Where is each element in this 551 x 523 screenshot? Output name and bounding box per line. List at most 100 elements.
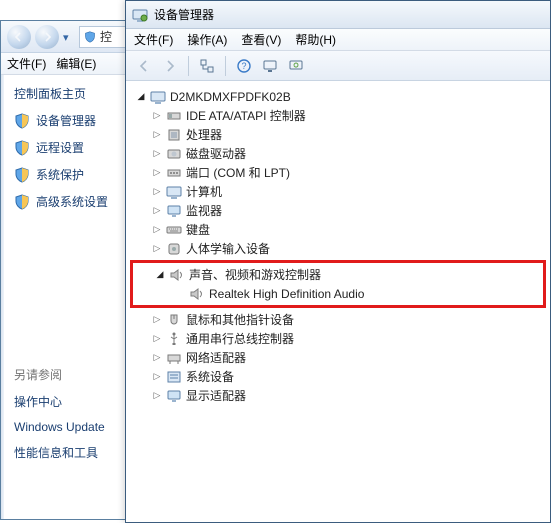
- menu-file[interactable]: 文件(F): [7, 55, 46, 72]
- tree-category[interactable]: ▷ 通用串行总线控制器: [130, 329, 546, 348]
- display-icon: [166, 388, 182, 404]
- tree-category-label: 人体学输入设备: [186, 240, 270, 257]
- nav-back-button[interactable]: [7, 25, 31, 49]
- expander-icon[interactable]: ▷: [150, 109, 164, 123]
- menu-file[interactable]: 文件(F): [134, 31, 173, 48]
- computer-icon: [150, 89, 166, 105]
- tree-category-label: 监视器: [186, 202, 222, 219]
- toolbar-separator: [225, 56, 226, 76]
- tree-category-label: IDE ATA/ATAPI 控制器: [186, 107, 306, 124]
- shield-icon: [14, 167, 30, 183]
- tree-category-label: 系统设备: [186, 368, 234, 385]
- tree-device-label: Realtek High Definition Audio: [209, 287, 364, 301]
- tree-category-label: 键盘: [186, 221, 210, 238]
- toolbar-scan-button[interactable]: [258, 54, 282, 78]
- sidebar-spacer: [14, 220, 134, 360]
- menu-edit[interactable]: 编辑(E): [56, 55, 96, 72]
- sidebar-link-label: 高级系统设置: [36, 193, 108, 210]
- toolbar-refresh-button[interactable]: [284, 54, 308, 78]
- sidebar-link-protection[interactable]: 系统保护: [14, 166, 134, 183]
- tree-category[interactable]: ▷ 计算机: [130, 182, 546, 201]
- arrow-left-icon: [137, 59, 151, 73]
- mouse-icon: [166, 312, 182, 328]
- tree-device-realtek[interactable]: Realtek High Definition Audio: [133, 284, 543, 303]
- tree-category[interactable]: ▷ 磁盘驱动器: [130, 144, 546, 163]
- expander-icon[interactable]: ▷: [150, 370, 164, 384]
- tree-category[interactable]: ▷ 监视器: [130, 201, 546, 220]
- tree-category-label: 鼠标和其他指针设备: [186, 311, 294, 328]
- tree-category[interactable]: ▷ IDE ATA/ATAPI 控制器: [130, 106, 546, 125]
- tree-category[interactable]: ▷ 端口 (COM 和 LPT): [130, 163, 546, 182]
- device-manager-icon: [132, 7, 148, 23]
- expander-icon[interactable]: ▷: [150, 389, 164, 403]
- expander-icon[interactable]: ▷: [150, 147, 164, 161]
- computer-icon: [166, 184, 182, 200]
- tree-icon: [200, 59, 214, 73]
- see-also-windows-update[interactable]: Windows Update: [14, 420, 134, 434]
- expander-icon[interactable]: ◢: [153, 268, 167, 282]
- monitor-icon: [166, 203, 182, 219]
- shield-icon: [84, 31, 96, 43]
- tree-category[interactable]: ▷处理器: [130, 125, 546, 144]
- port-icon: [166, 165, 182, 181]
- menu-view[interactable]: 查看(V): [241, 31, 281, 48]
- back-body: 控制面板主页 设备管理器 远程设置 系统保护 高级系统设置 另请参阅 操作中心 …: [1, 75, 144, 519]
- expander-icon[interactable]: ▷: [150, 242, 164, 256]
- expander-icon[interactable]: ▷: [150, 166, 164, 180]
- tree-category-label: 计算机: [186, 183, 222, 200]
- toolbar-back-button: [132, 54, 156, 78]
- control-panel-sidebar: 控制面板主页 设备管理器 远程设置 系统保护 高级系统设置 另请参阅 操作中心 …: [4, 75, 144, 519]
- tree-category-label: 端口 (COM 和 LPT): [186, 164, 290, 181]
- see-also-action-center[interactable]: 操作中心: [14, 393, 134, 410]
- expander-icon[interactable]: ▷: [150, 351, 164, 365]
- tree-category[interactable]: ▷ 显示适配器: [130, 386, 546, 405]
- menu-help[interactable]: 帮助(H): [295, 31, 336, 48]
- tree-category-label: 显示适配器: [186, 387, 246, 404]
- see-also-performance[interactable]: 性能信息和工具: [14, 444, 134, 461]
- help-icon: ?: [237, 59, 251, 73]
- expander-icon[interactable]: ▷: [150, 128, 164, 142]
- tree-category[interactable]: ▷ 系统设备: [130, 367, 546, 386]
- disk-icon: [166, 146, 182, 162]
- tree-category-sound[interactable]: ◢ 声音、视频和游戏控制器: [133, 265, 543, 284]
- sidebar-link-device-manager[interactable]: 设备管理器: [14, 112, 134, 129]
- toolbar-show-hidden-button[interactable]: [195, 54, 219, 78]
- sidebar-link-advanced[interactable]: 高级系统设置: [14, 193, 134, 210]
- expander-spacer: [173, 287, 187, 301]
- shield-icon: [14, 113, 30, 129]
- hid-icon: [166, 241, 182, 257]
- device-tree[interactable]: ◢ D2MKDMXFPDFK02B ▷ IDE ATA/ATAPI 控制器▷处理器…: [126, 81, 550, 522]
- toolbar-help-button[interactable]: ?: [232, 54, 256, 78]
- tree-category-label: 通用串行总线控制器: [186, 330, 294, 347]
- expander-icon[interactable]: ◢: [134, 90, 148, 104]
- recent-dropdown-icon[interactable]: ▾: [63, 31, 75, 43]
- tree-category[interactable]: ▷ 键盘: [130, 220, 546, 239]
- tree-category-label: 声音、视频和游戏控制器: [189, 266, 321, 283]
- sidebar-link-remote[interactable]: 远程设置: [14, 139, 134, 156]
- tree-root[interactable]: ◢ D2MKDMXFPDFK02B: [130, 87, 546, 106]
- device-manager-window: 设备管理器 文件(F) 操作(A) 查看(V) 帮助(H) ? ◢ D2MKDM…: [125, 0, 551, 523]
- expander-icon[interactable]: ▷: [150, 204, 164, 218]
- highlighted-category-box: ◢ 声音、视频和游戏控制器 Realtek High Definition Au…: [130, 260, 546, 308]
- tree-category-label: 网络适配器: [186, 349, 246, 366]
- tree-category[interactable]: ▷ 鼠标和其他指针设备: [130, 310, 546, 329]
- expander-icon[interactable]: ▷: [150, 332, 164, 346]
- usb-icon: [166, 331, 182, 347]
- menu-action[interactable]: 操作(A): [187, 31, 227, 48]
- front-toolbar: ?: [126, 51, 550, 81]
- sidebar-home-link[interactable]: 控制面板主页: [14, 85, 134, 102]
- see-also-header: 另请参阅: [14, 366, 134, 383]
- expander-icon[interactable]: ▷: [150, 185, 164, 199]
- nav-forward-button[interactable]: [35, 25, 59, 49]
- expander-icon[interactable]: ▷: [150, 313, 164, 327]
- toolbar-forward-button: [158, 54, 182, 78]
- tree-category[interactable]: ▷ 人体学输入设备: [130, 239, 546, 258]
- tree-category[interactable]: ▷ 网络适配器: [130, 348, 546, 367]
- tree-category-label: 磁盘驱动器: [186, 145, 246, 162]
- front-menubar: 文件(F) 操作(A) 查看(V) 帮助(H): [126, 29, 550, 51]
- monitor-icon: [263, 59, 277, 73]
- shield-icon: [14, 140, 30, 156]
- arrow-right-icon: [163, 59, 177, 73]
- sidebar-link-label: 设备管理器: [36, 112, 96, 129]
- expander-icon[interactable]: ▷: [150, 223, 164, 237]
